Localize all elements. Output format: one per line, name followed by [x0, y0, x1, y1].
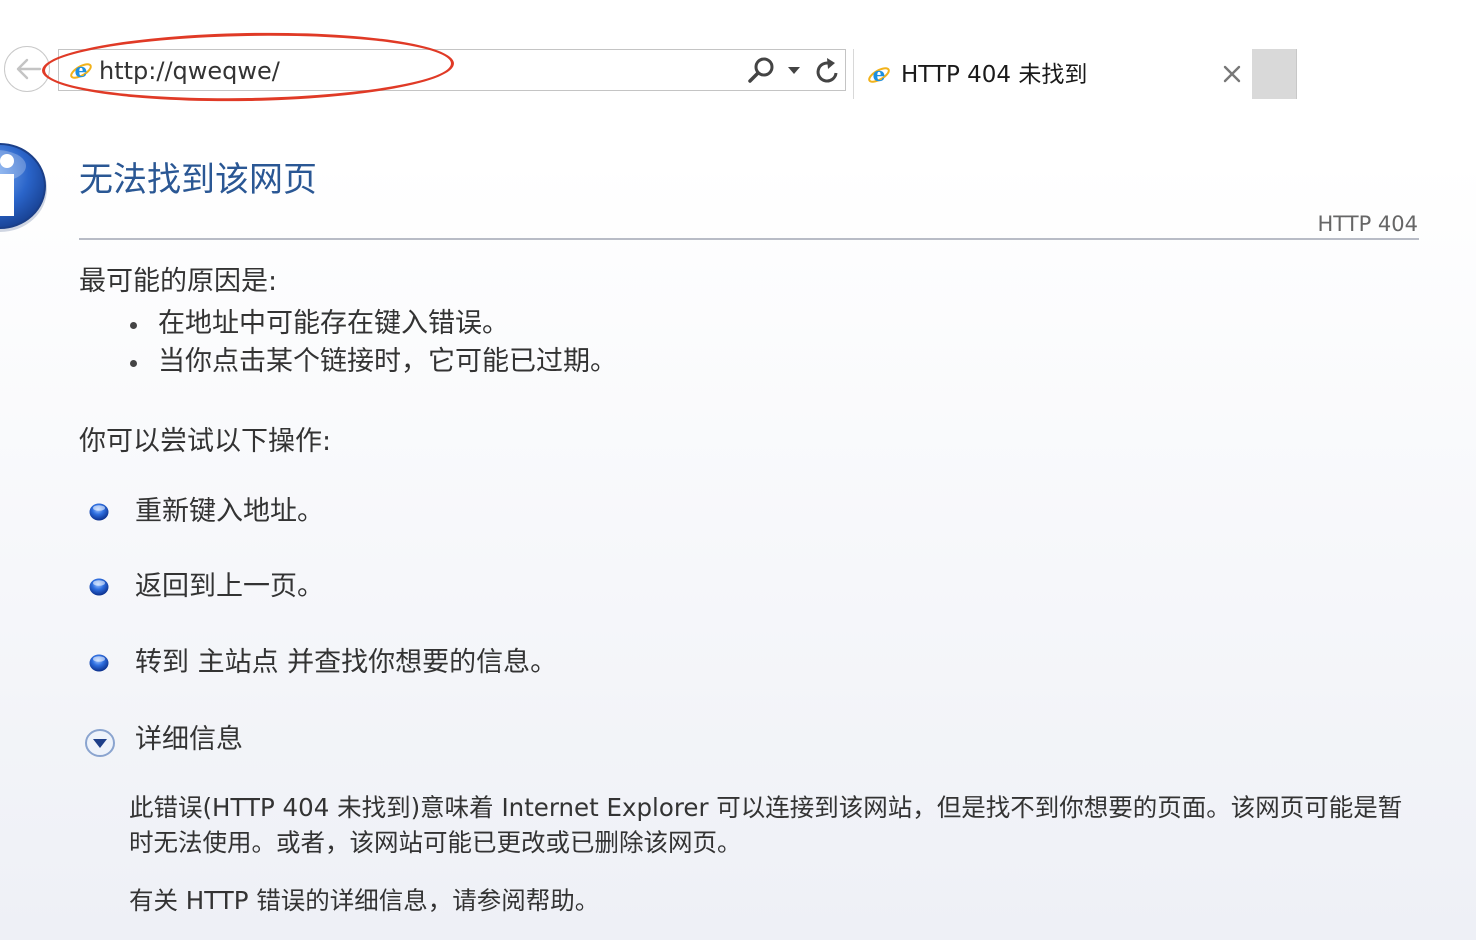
causes-heading: 最可能的原因是: [79, 266, 278, 297]
action-label[interactable]: 转到 主站点 并查找你想要的信息。 [135, 643, 557, 683]
address-input[interactable]: http://qweqwe/ [99, 56, 280, 86]
action-go-home[interactable]: 转到 主站点 并查找你想要的信息。 [88, 643, 788, 683]
bullet-orb-icon [89, 503, 109, 521]
refresh-icon[interactable] [815, 56, 841, 86]
action-label: 重新键入地址。 [135, 496, 324, 527]
svg-text:e: e [75, 59, 88, 82]
ie-logo-icon: e [70, 59, 92, 82]
http-status-code: HTTP 404 [1317, 212, 1419, 236]
close-icon[interactable] [1223, 65, 1241, 83]
help-text: 有关 HTTP 错误的详细信息，请参阅帮助。 [129, 886, 600, 915]
causes-list: 在地址中可能存在键入错误。 当你点击某个链接时，它可能已过期。 [130, 305, 617, 381]
page-title: 无法找到该网页 [79, 160, 317, 200]
tab-title: HTTP 404 未找到 [901, 62, 1088, 88]
new-tab-button[interactable] [1252, 49, 1297, 99]
search-icon[interactable] [747, 56, 777, 86]
back-button[interactable] [4, 46, 50, 92]
address-bar[interactable]: e http://qweqwe/ [58, 49, 846, 91]
details-label[interactable]: 详细信息 [135, 720, 243, 760]
browser-chrome: e http://qweqwe/ e HTTP 404 未找到 [0, 0, 1476, 112]
divider [79, 238, 1419, 240]
info-icon [0, 143, 47, 232]
back-arrow-icon [16, 58, 42, 80]
tab-http-404[interactable]: e HTTP 404 未找到 [853, 49, 1250, 99]
ie-logo-icon: e [868, 63, 890, 86]
chevron-down-icon[interactable] [84, 728, 116, 758]
details-toggle[interactable]: 详细信息 [84, 720, 484, 760]
bullet-orb-icon [89, 578, 109, 596]
try-heading: 你可以尝试以下操作: [79, 426, 332, 457]
list-item: 在地址中可能存在键入错误。 [130, 305, 617, 343]
action-go-back[interactable]: 返回到上一页。 [88, 567, 788, 607]
list-item: 当你点击某个链接时，它可能已过期。 [130, 343, 617, 381]
bullet-orb-icon [89, 654, 109, 672]
details-text: 此错误(HTTP 404 未找到)意味着 Internet Explorer 可… [129, 793, 1403, 857]
dropdown-icon[interactable] [787, 66, 801, 76]
action-label[interactable]: 返回到上一页。 [135, 567, 324, 607]
svg-text:e: e [873, 63, 886, 86]
action-retype-address: 重新键入地址。 [88, 492, 788, 532]
